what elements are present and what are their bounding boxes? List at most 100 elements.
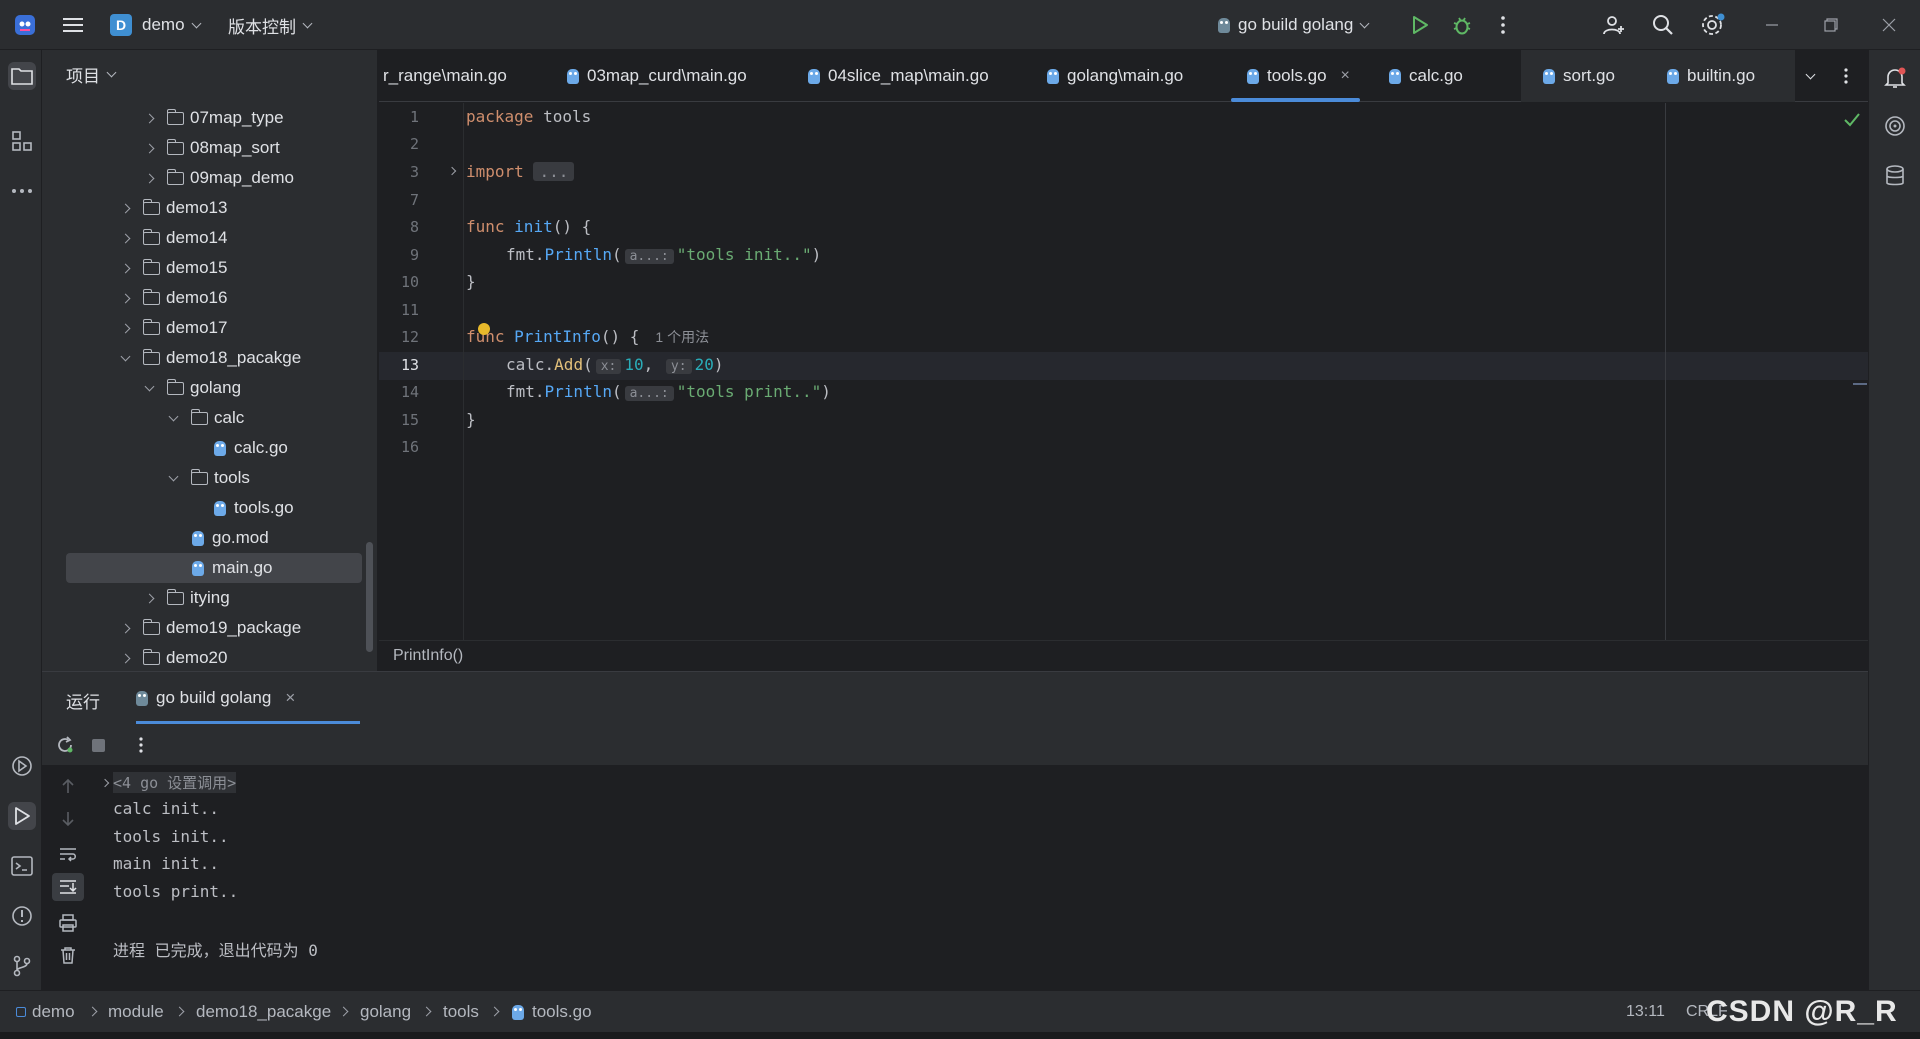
run-tool-button[interactable] <box>8 802 36 830</box>
project-scrollbar[interactable] <box>366 542 373 652</box>
close-tab-icon[interactable]: × <box>285 688 295 708</box>
problems-tool-button[interactable] <box>8 902 36 930</box>
search-button[interactable] <box>1651 0 1675 50</box>
folded-imports[interactable]: ... <box>533 162 575 181</box>
editor-breadcrumb[interactable]: PrintInfo() <box>393 647 463 665</box>
tree-item[interactable]: demo18_pacakge <box>42 343 362 373</box>
editor-tab[interactable]: r_range\main.go <box>383 50 507 102</box>
project-tool-button[interactable] <box>8 62 36 90</box>
editor-tab[interactable]: builtin.go <box>1655 50 1796 102</box>
tabs-more-button[interactable] <box>1843 50 1849 102</box>
chevron-right-icon <box>120 233 131 243</box>
editor-tab-active[interactable]: tools.go × <box>1231 50 1360 102</box>
caret-position[interactable]: 13:11 <box>1626 991 1665 1033</box>
folder-icon <box>166 138 184 155</box>
editor-tab[interactable]: calc.go <box>1389 50 1463 102</box>
bug-icon <box>1453 17 1471 35</box>
terminal-tool-button[interactable] <box>8 852 36 880</box>
status-breadcrumb-item[interactable]: demo18_pacakge <box>196 991 331 1033</box>
tree-item[interactable]: golang <box>42 373 362 403</box>
git-branch-icon <box>13 955 31 977</box>
editor-tab[interactable]: 03map_curd\main.go <box>567 50 747 102</box>
tree-item[interactable]: 08map_sort <box>42 133 362 163</box>
database-button[interactable] <box>1881 162 1909 190</box>
structure-tool-button[interactable] <box>8 127 36 155</box>
arrow-up-icon[interactable] <box>61 778 75 794</box>
console-command-line[interactable]: <4 go 设置调用> <box>113 772 237 793</box>
ai-assistant-button[interactable] <box>1881 112 1909 140</box>
parameter-hint: x: <box>595 359 622 374</box>
tree-item[interactable]: tools.go <box>42 493 362 523</box>
tree-item[interactable]: demo17 <box>42 313 362 343</box>
tree-item[interactable]: demo15 <box>42 253 362 283</box>
tree-item[interactable]: demo13 <box>42 193 362 223</box>
services-tool-button[interactable] <box>8 752 36 780</box>
status-breadcrumb-item[interactable]: golang <box>360 991 411 1033</box>
print-icon[interactable] <box>59 914 77 932</box>
expand-command-icon[interactable] <box>100 778 110 788</box>
tree-item[interactable]: demo20 <box>42 643 362 673</box>
tree-item[interactable]: demo16 <box>42 283 362 313</box>
notifications-button[interactable] <box>1881 64 1909 92</box>
run-button[interactable] <box>1410 0 1430 50</box>
lightbulb-icon[interactable] <box>478 323 490 335</box>
soft-wrap-icon[interactable] <box>59 846 77 862</box>
editor-tab[interactable]: golang\main.go <box>1047 50 1183 102</box>
tabs-dropdown-button[interactable] <box>1805 50 1816 102</box>
tree-item[interactable]: itying <box>42 583 362 613</box>
tree-item[interactable]: demo19_package <box>42 613 362 643</box>
fold-expand-icon[interactable] <box>447 166 457 176</box>
code-editor[interactable]: 1 2 3 7 8 9 10 11 12 13 14 15 16 package… <box>379 103 1868 640</box>
close-tab-icon[interactable]: × <box>1341 67 1350 85</box>
close-window-button[interactable] <box>1882 0 1896 50</box>
app-logo-icon[interactable] <box>14 0 36 50</box>
run-config-selector[interactable]: go build golang <box>1218 0 1370 50</box>
tree-item-label: go.mod <box>212 528 269 547</box>
tree-item[interactable]: 07map_type <box>42 103 362 133</box>
chevron-down-icon <box>120 351 131 361</box>
status-breadcrumb-item[interactable]: tools.go <box>512 991 592 1033</box>
editor-tab[interactable]: 04slice_map\main.go <box>808 50 989 102</box>
git-tool-button[interactable] <box>8 952 36 980</box>
vcs-menu[interactable]: 版本控制 <box>228 0 313 50</box>
rerun-icon[interactable] <box>56 736 74 754</box>
tree-item[interactable]: calc.go <box>42 433 362 463</box>
status-breadcrumb-item[interactable]: tools <box>443 991 479 1033</box>
status-bar: demo module demo18_pacakge golang tools … <box>0 990 1920 1032</box>
tree-item[interactable]: go.mod <box>42 523 362 553</box>
tree-item[interactable]: tools <box>42 463 362 493</box>
folder-icon <box>142 648 160 665</box>
status-breadcrumb-item[interactable]: module <box>108 991 164 1033</box>
tree-item[interactable]: demo14 <box>42 223 362 253</box>
folder-icon <box>142 318 160 335</box>
run-config-label: go build golang <box>1238 15 1354 34</box>
more-actions-button[interactable] <box>1500 0 1506 50</box>
code-with-me-button[interactable] <box>1602 0 1626 50</box>
project-selector[interactable]: D demo <box>110 0 201 50</box>
debug-button[interactable] <box>1451 0 1473 50</box>
scroll-to-end-button[interactable] <box>52 873 84 901</box>
arrow-down-icon[interactable] <box>61 811 75 827</box>
usages-hint[interactable]: 1 个用法 <box>655 329 709 345</box>
more-vertical-icon[interactable] <box>138 736 144 754</box>
tree-item-label: demo18_pacakge <box>166 348 302 367</box>
main-menu-icon[interactable] <box>62 0 84 50</box>
settings-button[interactable] <box>1700 0 1726 50</box>
editor-tab[interactable]: sort.go <box>1521 50 1655 102</box>
chevron-down-icon <box>168 471 179 481</box>
trash-icon[interactable] <box>60 946 76 964</box>
project-badge: D <box>110 14 132 36</box>
more-tools-button[interactable] <box>8 177 36 205</box>
run-tab[interactable]: go build golang × <box>136 672 295 724</box>
tree-item-selected[interactable]: main.go <box>66 553 362 583</box>
tree-item[interactable]: 09map_demo <box>42 163 362 193</box>
go-file-icon <box>567 68 579 84</box>
restore-button[interactable] <box>1824 0 1838 50</box>
status-breadcrumb-item[interactable]: demo <box>16 991 75 1033</box>
stop-icon[interactable] <box>92 739 105 752</box>
tree-item[interactable]: calc <box>42 403 362 433</box>
no-problems-check-icon[interactable] <box>1844 113 1860 127</box>
vcs-label: 版本控制 <box>228 17 296 37</box>
minimize-button[interactable] <box>1765 0 1779 50</box>
project-panel-header[interactable]: 项目 <box>66 62 117 87</box>
